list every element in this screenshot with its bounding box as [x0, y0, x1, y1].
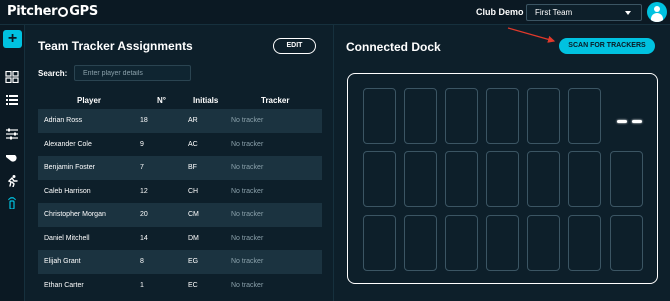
player-number: 7: [140, 164, 144, 171]
dock-title: Connected Dock: [346, 40, 441, 54]
player-initials: EG: [188, 258, 199, 265]
player-tracker: No tracker: [231, 140, 264, 148]
scan-for-trackers-button[interactable]: SCAN FOR TRACKERS: [559, 38, 655, 54]
player-initials: AR: [188, 117, 198, 124]
player-initials: CM: [188, 211, 199, 218]
dock-slot[interactable]: [527, 151, 560, 207]
player-tracker: No tracker: [231, 164, 264, 171]
column-header-number[interactable]: N°: [157, 96, 166, 105]
dock-slot[interactable]: [445, 151, 478, 207]
dock-slot[interactable]: [568, 151, 601, 207]
dock-slot[interactable]: [486, 88, 519, 144]
dock-slot[interactable]: [527, 88, 560, 144]
status-light: [632, 120, 642, 123]
player-number: 20: [140, 211, 148, 218]
annotation-arrow: [507, 27, 556, 43]
logo-suffix: GPS: [69, 4, 98, 19]
table-row[interactable]: Elijah Grant 8 EG No tracker: [38, 250, 322, 274]
player-number: 8: [140, 258, 144, 265]
add-button[interactable]: +: [3, 30, 22, 48]
list-icon[interactable]: [5, 94, 19, 106]
table-row[interactable]: Adrian Ross 18 AR No tracker: [38, 109, 322, 133]
running-icon[interactable]: [5, 175, 19, 187]
dock-slot[interactable]: [486, 215, 519, 271]
tracker-dock: [347, 73, 658, 284]
player-tracker: No tracker: [231, 211, 264, 218]
dock-slot[interactable]: [363, 88, 396, 144]
sidebar: +: [0, 25, 25, 301]
tracker-assignments-panel: Team Tracker Assignments EDIT Search: Pl…: [25, 25, 334, 301]
table-row[interactable]: Ethan Carter 1 EC No tracker: [38, 274, 322, 298]
table-row[interactable]: Alexander Cole 9 AC No tracker: [38, 133, 322, 157]
dock-slot[interactable]: [363, 215, 396, 271]
player-table-body: Adrian Ross 18 AR No tracker Alexander C…: [38, 109, 322, 297]
search-label: Search:: [38, 69, 68, 78]
team-select[interactable]: First Team: [526, 4, 642, 21]
table-header: Player N° Initials Tracker: [38, 96, 322, 108]
table-row[interactable]: Daniel Mitchell 14 DM No tracker: [38, 227, 322, 251]
column-header-player[interactable]: Player: [77, 96, 101, 105]
chevron-down-icon: [625, 11, 631, 15]
player-tracker: No tracker: [231, 187, 264, 195]
player-name: Adrian Ross: [44, 117, 83, 124]
player-name: Caleb Harrison: [44, 187, 91, 195]
player-name: Benjamin Foster: [44, 164, 95, 171]
app-logo[interactable]: Pitcher GPS: [7, 4, 98, 19]
table-row[interactable]: Christopher Morgan 20 CM No tracker: [38, 203, 322, 227]
player-initials: EC: [188, 281, 198, 289]
player-tracker: No tracker: [231, 117, 264, 124]
dock-slot[interactable]: [486, 151, 519, 207]
user-avatar[interactable]: [647, 2, 667, 22]
dock-slot[interactable]: [610, 151, 643, 207]
dashboard-icon[interactable]: [5, 71, 19, 83]
player-tracker: No tracker: [231, 258, 264, 265]
team-select-value: First Team: [535, 8, 573, 17]
tracker-icon[interactable]: [5, 197, 19, 209]
player-name: Ethan Carter: [44, 281, 84, 289]
pin-icon: [58, 6, 69, 17]
player-name: Daniel Mitchell: [44, 234, 90, 242]
player-name: Elijah Grant: [44, 258, 81, 265]
dock-slot[interactable]: [445, 215, 478, 271]
dock-slot[interactable]: [568, 215, 601, 271]
dock-slot[interactable]: [445, 88, 478, 144]
player-initials: DM: [188, 234, 199, 242]
logo-prefix: Pitcher: [7, 4, 58, 19]
user-icon-head: [654, 6, 660, 12]
table-row[interactable]: Caleb Harrison 12 CH No tracker: [38, 180, 322, 204]
player-tracker: No tracker: [231, 281, 264, 289]
player-initials: CH: [188, 187, 199, 195]
sliders-icon[interactable]: [5, 128, 19, 140]
search-input[interactable]: [74, 65, 191, 81]
player-number: 1: [140, 281, 144, 289]
dock-slot[interactable]: [568, 88, 601, 144]
panel-title: Team Tracker Assignments: [38, 39, 193, 53]
status-light: [617, 120, 627, 123]
dock-slot[interactable]: [404, 215, 437, 271]
dock-slot[interactable]: [404, 88, 437, 144]
player-initials: BF: [188, 164, 197, 171]
player-initials: AC: [188, 140, 198, 148]
club-name: Club Demo: [476, 7, 524, 17]
player-number: 18: [140, 117, 148, 124]
player-number: 9: [140, 140, 144, 148]
edit-button[interactable]: EDIT: [273, 38, 316, 54]
table-row[interactable]: Benjamin Foster 7 BF No tracker: [38, 156, 322, 180]
player-name: Christopher Morgan: [44, 211, 106, 218]
player-tracker: No tracker: [231, 234, 264, 242]
whistle-icon[interactable]: [5, 152, 19, 164]
dock-slot[interactable]: [527, 215, 560, 271]
dock-slot[interactable]: [404, 151, 437, 207]
player-number: 14: [140, 234, 148, 242]
column-header-initials[interactable]: Initials: [193, 96, 218, 105]
dock-slot[interactable]: [610, 215, 643, 271]
player-number: 12: [140, 187, 148, 195]
player-name: Alexander Cole: [44, 140, 92, 148]
user-icon-body: [651, 13, 663, 22]
top-bar: Pitcher GPS Club Demo First Team: [0, 0, 670, 25]
dock-slot[interactable]: [363, 151, 396, 207]
column-header-tracker[interactable]: Tracker: [261, 96, 289, 105]
